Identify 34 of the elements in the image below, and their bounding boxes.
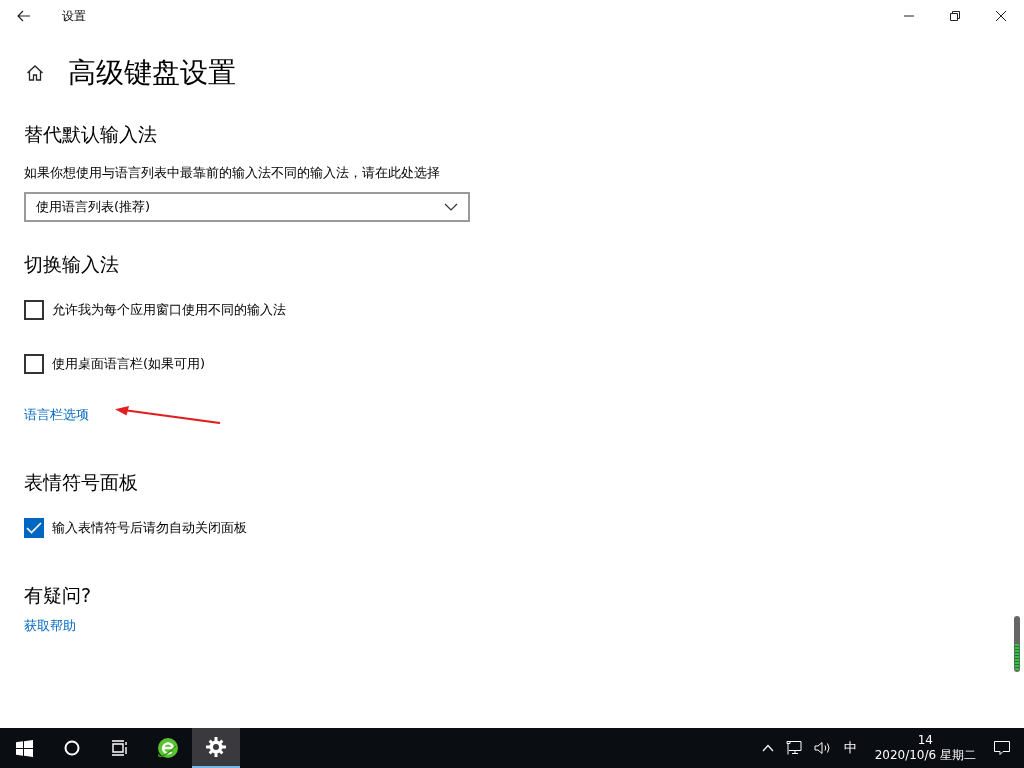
checkbox[interactable] — [24, 300, 44, 320]
circle-icon — [64, 740, 80, 756]
restore-icon — [950, 11, 960, 21]
speaker-icon[interactable] — [813, 741, 832, 755]
arrow-left-icon — [17, 10, 31, 22]
input-method-dropdown[interactable]: 使用语言列表(推荐) — [24, 192, 470, 222]
window-title: 设置 — [62, 7, 86, 25]
section-heading: 替代默认输入法 — [24, 122, 158, 147]
link[interactable]: 语言栏选项 — [24, 406, 89, 424]
link[interactable]: 获取帮助 — [24, 617, 76, 635]
section-heading: 有疑问? — [24, 583, 93, 608]
clock-date: 2020/10/6 星期二 — [874, 748, 976, 763]
settings-taskbar-button[interactable] — [192, 728, 240, 768]
checkbox-label: 允许我为每个应用窗口使用不同的输入法 — [52, 301, 286, 319]
notification-icon[interactable] — [994, 741, 1010, 755]
checkbox[interactable] — [24, 354, 44, 374]
scrollbar[interactable] — [1014, 616, 1020, 672]
description-text: 如果你想使用与语言列表中最靠前的输入法不同的输入法，请在此处选择 — [24, 164, 441, 182]
input-language-indicator[interactable]: 中 — [843, 739, 857, 757]
windows-logo-icon — [15, 739, 33, 757]
close-icon — [996, 11, 1006, 21]
clock-time: 14 — [917, 733, 933, 748]
chevron-down-icon — [444, 203, 458, 211]
checkbox-label: 输入表情符号后请勿自动关闭面板 — [52, 519, 247, 537]
section-heading: 切换输入法 — [24, 252, 120, 277]
checkbox[interactable] — [24, 518, 44, 538]
home-icon[interactable] — [26, 64, 44, 82]
task-view-icon — [111, 740, 129, 756]
page-title: 高级键盘设置 — [68, 55, 236, 91]
section-heading: 表情符号面板 — [24, 470, 139, 495]
checkbox-label: 使用桌面语言栏(如果可用) — [52, 355, 206, 373]
chevron-up-icon[interactable] — [761, 744, 774, 752]
network-icon[interactable] — [785, 741, 802, 755]
settings-icon — [206, 737, 226, 757]
